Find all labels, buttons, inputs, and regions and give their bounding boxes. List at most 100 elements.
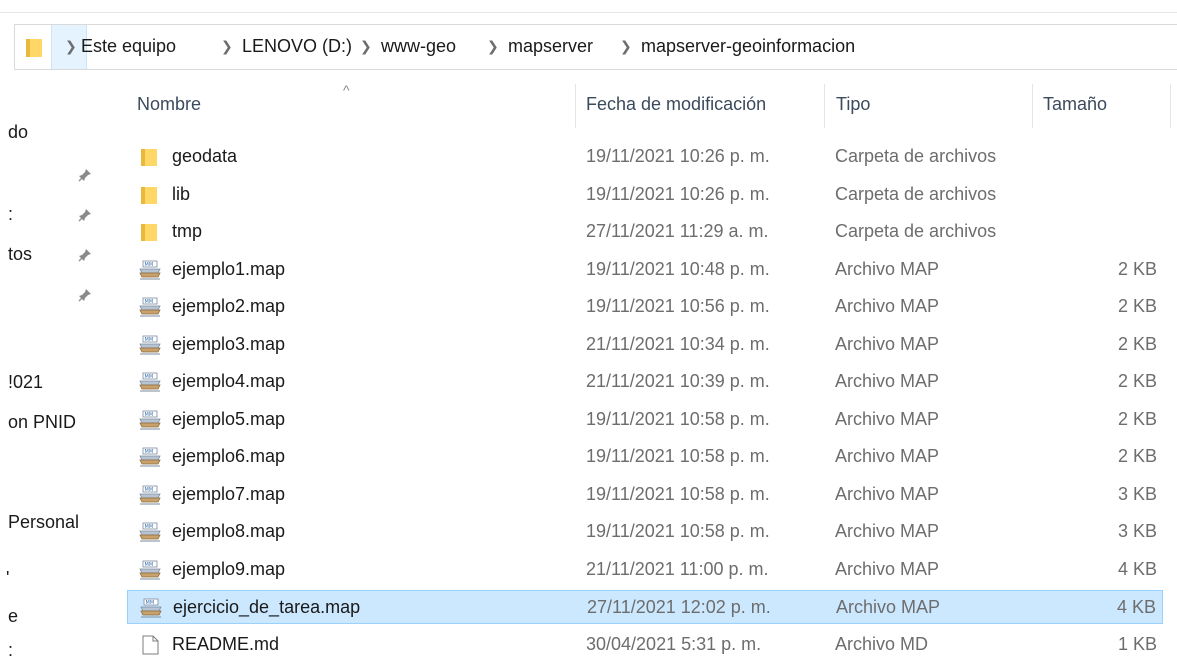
pin-icon[interactable] (78, 208, 92, 222)
column-header-type[interactable]: Tipo (836, 94, 870, 115)
file-row[interactable]: MM ejemplo1.map 19/11/2021 10:48 p. m. Arch… (127, 253, 1163, 287)
file-type: Carpeta de archivos (835, 146, 997, 166)
chevron-right-icon: ❯ (65, 38, 77, 54)
file-row[interactable]: MM ejemplo6.map 19/11/2021 10:58 p. m. Arch… (127, 440, 1163, 474)
map-file-icon: MM (139, 372, 161, 392)
nav-item[interactable]: !021 (8, 372, 43, 393)
file-type: Archivo MD (835, 634, 929, 654)
address-bar[interactable]: ❯ Este equipo ❯ LENOVO (D:) ❯ www-geo ❯ mapser… (14, 24, 1177, 70)
file-name: ejemplo2.map (172, 296, 286, 316)
breadcrumb-item[interactable]: www-geo (381, 36, 456, 57)
file-size: 2 KB (1117, 259, 1157, 279)
file-date: 19/11/2021 10:58 p. m. (586, 521, 770, 541)
file-row[interactable]: MM ejemplo9.map 21/11/2021 11:00 p. m. Arch… (127, 553, 1163, 587)
nav-item[interactable]: do (8, 122, 28, 143)
map-file-icon: MM (139, 410, 161, 430)
map-file-icon: MM (139, 447, 161, 467)
file-size: 2 KB (1117, 446, 1157, 466)
file-row[interactable]: MM ejemplo5.map 19/11/2021 10:58 p. m. Arch… (127, 403, 1163, 437)
svg-text:MM: MM (145, 524, 154, 530)
file-row[interactable]: MM ejemplo8.map 19/11/2021 10:58 p. m. Arch… (127, 515, 1163, 549)
file-row[interactable]: MM ejemplo4.map 21/11/2021 10:39 p. m. Arch… (127, 365, 1163, 399)
folder-icon (26, 39, 42, 57)
file-name: README.md (172, 634, 280, 654)
file-row[interactable]: MM ejemplo2.map 19/11/2021 10:56 p. m. Arch… (127, 290, 1163, 324)
breadcrumb-item[interactable]: Este equipo (81, 36, 176, 57)
file-row[interactable]: lib 19/11/2021 10:26 p. m. Carpeta de arch… (127, 178, 1163, 212)
map-file-icon: MM (139, 485, 161, 505)
pin-icon[interactable] (78, 168, 92, 182)
file-size: 2 KB (1117, 296, 1157, 316)
file-row[interactable]: MM ejemplo3.map 21/11/2021 10:34 p. m. Arch… (127, 328, 1163, 362)
column-divider[interactable] (575, 84, 576, 128)
file-row[interactable]: tmp 27/11/2021 11:29 a. m. Carpeta de arch… (127, 215, 1163, 249)
breadcrumb-item[interactable]: LENOVO (D:) (242, 36, 352, 57)
map-file-icon: MM (140, 598, 162, 618)
column-header-size[interactable]: Tamaño (1043, 94, 1107, 115)
file-date: 27/11/2021 12:02 p. m. (587, 597, 771, 617)
file-name: geodata (172, 146, 238, 166)
column-header-date[interactable]: Fecha de modificación (586, 94, 766, 115)
file-date: 19/11/2021 10:58 p. m. (586, 484, 770, 504)
chevron-right-icon[interactable]: ❯ (620, 38, 632, 55)
file-date: 27/11/2021 11:29 a. m. (586, 221, 769, 241)
pin-icon[interactable] (78, 288, 92, 302)
file-name: ejercicio_de_tarea.map (173, 597, 361, 617)
file-type: Carpeta de archivos (835, 184, 997, 204)
map-file-icon: MM (139, 560, 161, 580)
map-file-icon: MM (139, 260, 161, 280)
file-size: 2 KB (1117, 334, 1157, 354)
toolbar-divider (0, 12, 1177, 13)
chevron-right-icon[interactable]: ❯ (221, 38, 233, 55)
navigation-pane: do: tos !021 on PNID Personal ' e: (0, 80, 110, 666)
file-name: lib (172, 184, 191, 204)
file-name: ejemplo9.map (172, 559, 286, 579)
sort-ascending-icon: ^ (343, 82, 350, 98)
nav-item[interactable]: ' (6, 568, 9, 589)
file-size: 3 KB (1117, 484, 1157, 504)
nav-item[interactable]: on PNID (8, 412, 76, 433)
file-size: 2 KB (1117, 371, 1157, 391)
file-row[interactable]: geodata 19/11/2021 10:26 p. m. Carpeta de … (127, 140, 1163, 174)
folder-icon (141, 149, 157, 166)
file-date: 19/11/2021 10:58 p. m. (586, 446, 770, 466)
nav-item[interactable]: : (8, 204, 13, 225)
nav-item[interactable]: : (8, 640, 13, 661)
nav-item[interactable]: e (8, 606, 18, 627)
column-divider[interactable] (1170, 84, 1171, 128)
chevron-right-icon[interactable]: ❯ (487, 38, 499, 55)
breadcrumb-item[interactable]: mapserver (508, 36, 593, 57)
file-size: 4 KB (1116, 597, 1156, 617)
folder-icon (141, 187, 157, 204)
column-header-name[interactable]: Nombre (137, 94, 201, 115)
pin-icon[interactable] (78, 248, 92, 262)
file-row[interactable]: MM ejemplo7.map 19/11/2021 10:58 p. m. Arch… (127, 478, 1163, 512)
svg-text:MM: MM (145, 562, 154, 568)
nav-item[interactable]: Personal (8, 512, 79, 533)
file-type: Archivo MAP (835, 371, 940, 391)
file-name: ejemplo7.map (172, 484, 286, 504)
column-header: ^ Nombre Fecha de modificación Tipo Tama… (127, 82, 1177, 128)
file-size: 1 KB (1117, 634, 1157, 654)
file-date: 30/04/2021 5:31 p. m. (586, 634, 762, 654)
file-date: 19/11/2021 10:48 p. m. (586, 259, 770, 279)
svg-text:MM: MM (145, 262, 154, 268)
nav-item[interactable]: tos (8, 244, 32, 265)
file-row[interactable]: MM ejercicio_de_tarea.map 27/11/2021 12:02… (127, 590, 1163, 624)
column-divider[interactable] (824, 84, 825, 128)
svg-text:MM: MM (145, 299, 154, 305)
file-date: 21/11/2021 10:39 p. m. (586, 371, 770, 391)
breadcrumb-item[interactable]: mapserver-geoinformacion (641, 36, 855, 57)
file-name: ejemplo4.map (172, 371, 286, 391)
file-size: 4 KB (1117, 559, 1157, 579)
svg-text:MM: MM (145, 374, 154, 380)
column-divider[interactable] (1032, 84, 1033, 128)
file-date: 21/11/2021 10:34 p. m. (586, 334, 770, 354)
map-file-icon: MM (139, 335, 161, 355)
file-type: Archivo MAP (835, 521, 940, 541)
file-row[interactable]: README.md 30/04/2021 5:31 p. m. Archivo MD… (127, 628, 1163, 662)
chevron-right-icon[interactable]: ❯ (360, 38, 372, 55)
file-name: ejemplo8.map (172, 521, 286, 541)
svg-text:MM: MM (145, 449, 154, 455)
folder-icon (141, 224, 157, 241)
